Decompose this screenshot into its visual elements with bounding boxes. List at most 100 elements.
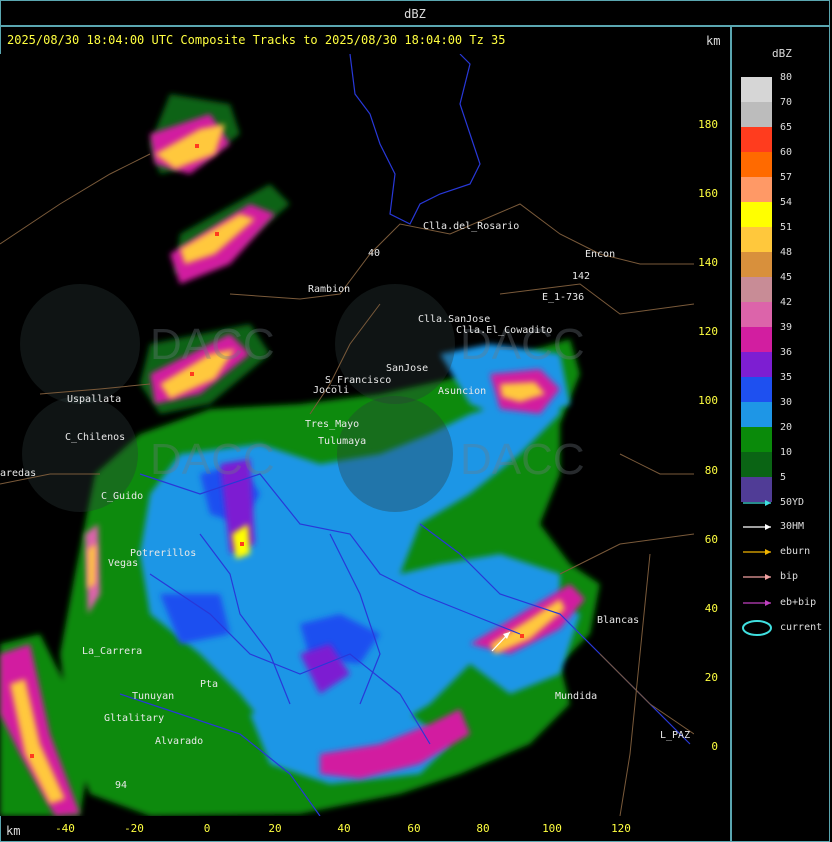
legend-label: 30	[780, 397, 793, 408]
x-tick: -20	[124, 822, 144, 835]
place-label: Alvarado	[155, 736, 203, 747]
current-ellipse-icon	[742, 620, 772, 636]
y-tick: 100	[698, 394, 718, 407]
place-label: Potrerillos	[130, 548, 196, 559]
place-label: Jocoli	[313, 385, 349, 396]
place-label: Uspallata	[67, 394, 121, 405]
place-label: Clla.El_Cowadito	[456, 325, 552, 336]
track-arrow-icon	[743, 500, 771, 506]
legend-swatch	[741, 202, 772, 227]
track-label: eburn	[780, 546, 811, 557]
legend-label: 36	[780, 347, 793, 358]
place-label: Tunuyan	[132, 691, 174, 702]
track-label: 30HM	[780, 521, 805, 532]
legend-swatch	[741, 327, 772, 352]
x-tick: 60	[407, 822, 421, 835]
x-tick: 100	[542, 822, 562, 835]
track-label: bip	[780, 571, 799, 582]
place-label: SanJose	[386, 363, 428, 374]
legend-swatch	[741, 177, 772, 202]
place-label: Vegas	[108, 558, 138, 569]
radar-map[interactable]: DACC DACC DACC DACC Clla.del_Rosario Enc…	[0, 54, 694, 816]
place-label: C_Guido	[101, 491, 143, 502]
place-label: Rambion	[308, 284, 350, 295]
y-tick: 120	[698, 325, 718, 338]
map-title: 2025/08/30 18:04:00 UTC Composite Tracks…	[7, 33, 506, 47]
place-label: Pta	[200, 679, 218, 690]
y-tick: 160	[698, 187, 718, 200]
track-label: 50YD	[780, 497, 805, 508]
legend-title: dBZ	[772, 47, 792, 60]
watermark-text-1: DACC	[150, 320, 275, 369]
place-label: Mundida	[555, 691, 597, 702]
product-label: dBZ	[404, 7, 426, 21]
top-bar: dBZ	[0, 0, 830, 26]
place-label: Gltalitary	[104, 713, 164, 724]
y-tick: 40	[704, 602, 718, 615]
place-label: 40	[368, 248, 380, 259]
y-tick: 80	[704, 464, 718, 477]
legend-label: 60	[780, 147, 793, 158]
place-label: Tres_Mayo	[305, 419, 359, 430]
y-tick: 180	[698, 118, 718, 131]
track-arrow-icon	[743, 600, 771, 606]
x-tick: 20	[268, 822, 282, 835]
x-tick: -40	[55, 822, 75, 835]
x-tick: 120	[611, 822, 631, 835]
y-tick: 0	[711, 740, 718, 753]
legend-label: 48	[780, 247, 793, 258]
legend-label: 10	[780, 447, 793, 458]
place-label: L_PAZ	[660, 730, 690, 741]
track-label: current	[780, 622, 823, 633]
x-tick: 40	[337, 822, 351, 835]
x-tick: 0	[203, 822, 211, 835]
legend-swatch	[741, 377, 772, 402]
km-unit-top: km	[706, 34, 721, 48]
legend-swatch	[741, 302, 772, 327]
legend-label: 39	[780, 322, 793, 333]
legend-swatch	[741, 227, 772, 252]
legend-swatch	[741, 127, 772, 152]
legend-label: 70	[780, 97, 793, 108]
watermark-text-3: DACC	[150, 435, 275, 484]
legend-label: 35	[780, 372, 793, 383]
place-label: E_1-736	[542, 292, 584, 303]
place-label: Encon	[585, 249, 615, 260]
legend-label: 57	[780, 172, 793, 183]
place-label: La_Carrera	[82, 646, 142, 657]
place-label: Asuncion	[438, 386, 486, 397]
place-label: Blancas	[597, 615, 639, 626]
watermark-text-4: DACC	[460, 435, 585, 484]
km-unit-bottom: km	[6, 824, 21, 838]
y-tick: 140	[698, 256, 718, 269]
legend-swatch	[741, 427, 772, 452]
y-tick: 60	[704, 533, 718, 546]
legend-label: 5	[780, 472, 787, 483]
legend-swatch	[741, 452, 772, 477]
track-arrow-icon	[743, 524, 771, 530]
legend-label: 80	[780, 72, 793, 83]
place-label: Clla.del_Rosario	[423, 221, 519, 232]
legend-label: 65	[780, 122, 793, 133]
legend-swatch	[741, 102, 772, 127]
legend-label: 54	[780, 197, 793, 208]
track-arrow-icon	[743, 549, 771, 555]
legend-swatch	[741, 77, 772, 102]
place-label: Tulumaya	[318, 436, 366, 447]
legend-swatch	[741, 252, 772, 277]
place-label: 142	[572, 271, 590, 282]
legend-swatch	[741, 402, 772, 427]
x-tick: 80	[476, 822, 490, 835]
legend-label: 51	[780, 222, 793, 233]
legend-label: 20	[780, 422, 793, 433]
track-arrow-icon	[743, 574, 771, 580]
legend-swatch	[741, 277, 772, 302]
place-label: aredas	[0, 468, 36, 479]
place-label: Clla.SanJose	[418, 314, 490, 325]
legend-label: 45	[780, 272, 793, 283]
legend-swatch	[741, 152, 772, 177]
track-label: eb+bip	[780, 597, 817, 608]
legend-swatch	[741, 352, 772, 377]
y-tick: 20	[704, 671, 718, 684]
place-label: 94	[115, 780, 127, 791]
